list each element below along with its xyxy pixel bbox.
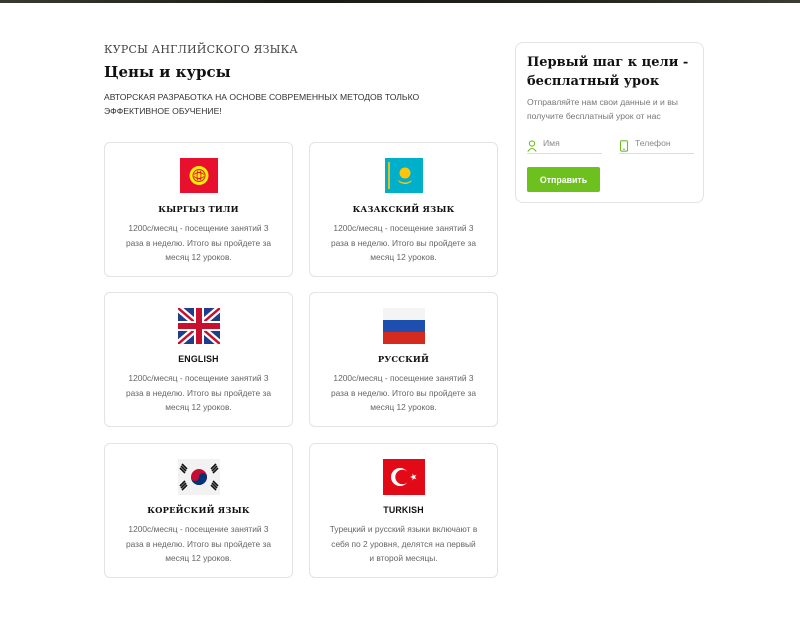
course-title: КЫРГЫЗ ТИЛИ [158, 204, 239, 214]
course-card-turkish[interactable]: TURKISH Турецкий и русский языки включаю… [309, 443, 498, 578]
course-description: Турецкий и русский языки включают в себя… [329, 524, 478, 563]
user-icon [527, 137, 537, 152]
course-description: 1200с/месяц - посещение занятий 3 раза в… [330, 373, 477, 412]
page-subtitle: АВТОРСКАЯ РАЗРАБОТКА НА ОСНОВЕ СОВРЕМЕНН… [104, 92, 420, 116]
russia-flag-icon [382, 308, 425, 344]
course-title: TURKISH [383, 505, 424, 515]
section-eyebrow: КУРСЫ АНГЛИЙСКОГО ЯЗЫКА [104, 43, 298, 56]
name-placeholder: Имя [543, 138, 560, 148]
course-title: РУССКИЙ [377, 354, 430, 364]
course-description: 1200с/месяц - посещение занятий 3 раза в… [125, 223, 272, 262]
course-title: КОРЕЙСКИЙ ЯЗЫК [147, 505, 250, 515]
course-card-english[interactable]: ENGLISH 1200с/месяц - посещение занятий … [104, 292, 293, 427]
course-card-russian[interactable]: РУССКИЙ 1200с/месяц - посещение занятий … [309, 292, 498, 427]
course-card-kyrgyz[interactable]: КЫРГЫЗ ТИЛИ 1200с/месяц - посещение заня… [104, 142, 293, 277]
phone-field[interactable]: Телефон [619, 134, 694, 154]
uk-flag-icon [177, 308, 220, 344]
course-card-kazakh[interactable]: КАЗАКСКИЙ ЯЗЫК 1200с/месяц - посещение з… [309, 142, 498, 277]
phone-icon [619, 137, 629, 152]
form-title: Первый шаг к цели - бесплатный урок [527, 55, 689, 89]
name-field[interactable]: Имя [527, 134, 602, 154]
south-korea-flag-icon [177, 459, 220, 495]
top-decorative-bar [0, 0, 800, 3]
course-title: ENGLISH [178, 354, 219, 364]
kazakhstan-flag-icon [384, 158, 423, 193]
course-title: КАЗАКСКИЙ ЯЗЫК [352, 204, 455, 214]
phone-placeholder: Телефон [635, 138, 671, 148]
form-subtitle: Отправляйте нам свои данные и и вы получ… [527, 97, 678, 121]
page-title: Цены и курсы [104, 63, 231, 81]
course-card-korean[interactable]: КОРЕЙСКИЙ ЯЗЫК 1200с/месяц - посещение з… [104, 443, 293, 578]
submit-button[interactable]: Отправить [527, 167, 600, 192]
course-description: 1200с/месяц - посещение занятий 3 раза в… [330, 223, 477, 262]
turkey-flag-icon [382, 459, 425, 495]
course-description: 1200с/месяц - посещение занятий 3 раза в… [125, 524, 272, 563]
free-lesson-form: Первый шаг к цели - бесплатный урок Отпр… [515, 42, 704, 203]
kyrgyzstan-flag-icon [179, 158, 218, 193]
course-description: 1200с/месяц - посещение занятий 3 раза в… [125, 373, 272, 412]
